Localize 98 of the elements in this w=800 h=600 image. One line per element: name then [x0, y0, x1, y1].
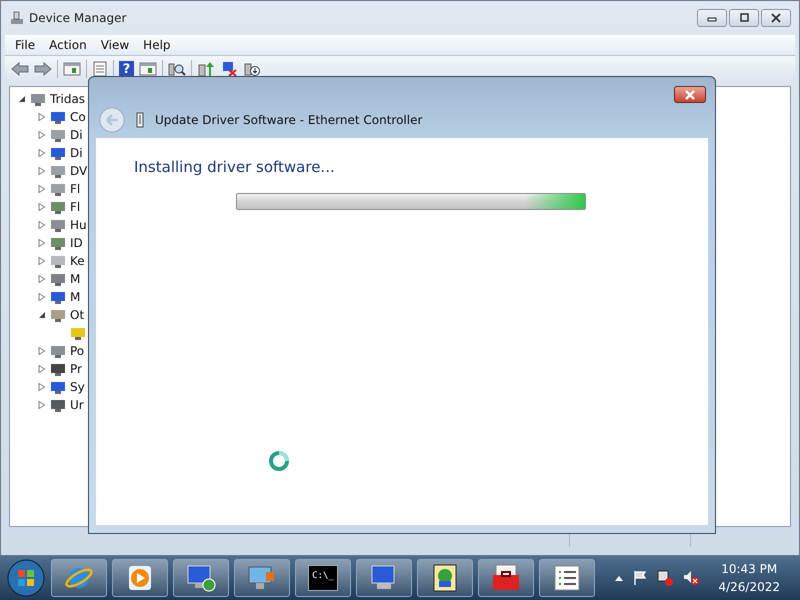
back-arrow-icon[interactable]	[11, 61, 29, 77]
forward-arrow-icon[interactable]	[34, 61, 52, 77]
expand-icon[interactable]	[38, 131, 46, 139]
speaker-muted-icon[interactable]	[682, 569, 700, 587]
flag-icon[interactable]	[632, 570, 648, 586]
uninstall-icon[interactable]	[220, 61, 238, 77]
taskbar-button[interactable]	[173, 559, 229, 597]
taskbar-button[interactable]	[417, 559, 473, 597]
expand-icon[interactable]	[38, 167, 46, 175]
update-driver-icon[interactable]	[197, 61, 215, 77]
tree-item[interactable]: M	[70, 290, 80, 304]
taskbar-button[interactable]	[478, 559, 534, 597]
list-icon	[552, 563, 582, 593]
maximize-icon	[738, 13, 750, 23]
tree-item[interactable]: Po	[70, 344, 84, 358]
expand-icon[interactable]	[38, 203, 46, 211]
help-button[interactable]: ?	[119, 61, 134, 77]
scan-icon[interactable]	[168, 61, 186, 77]
device-icon	[29, 91, 47, 107]
tree-item[interactable]: Co	[70, 110, 86, 124]
tree-item[interactable]: Ke	[70, 254, 85, 268]
computer-icon	[9, 10, 25, 26]
tree-item[interactable]: Fl	[70, 200, 80, 214]
dialog-heading: Installing driver software...	[134, 158, 336, 176]
close-button[interactable]	[761, 9, 791, 27]
taskbar-button[interactable]	[539, 559, 595, 597]
network-status-icon[interactable]	[656, 569, 674, 587]
device-icon	[49, 343, 67, 359]
disable-icon[interactable]	[243, 61, 261, 77]
device-icon	[49, 235, 67, 251]
device-icon	[49, 307, 67, 323]
expand-icon[interactable]	[38, 365, 46, 373]
dialog-title: Update Driver Software - Ethernet Controller	[155, 113, 422, 127]
clock-time: 10:43 PM	[721, 561, 778, 578]
expand-icon[interactable]	[38, 239, 46, 247]
up-arrow-icon[interactable]	[614, 574, 624, 582]
expand-icon[interactable]	[38, 401, 46, 409]
device-icon	[49, 361, 67, 377]
expand-icon[interactable]	[38, 221, 46, 229]
expand-icon[interactable]	[38, 383, 46, 391]
tree-item[interactable]: ID	[70, 236, 83, 250]
expand-icon[interactable]	[38, 113, 46, 121]
device-icon	[49, 145, 67, 161]
tree-item[interactable]: Tridas	[50, 92, 86, 106]
tree-item[interactable]: Pr	[70, 362, 82, 376]
device-icon	[49, 379, 67, 395]
tree-item[interactable]: Di	[70, 146, 83, 160]
start-button[interactable]	[6, 558, 46, 598]
device-icon	[135, 112, 145, 128]
taskbar-button[interactable]: C:\_	[295, 559, 351, 597]
clock-date: 4/26/2022	[718, 579, 780, 596]
tree-item[interactable]: Ur	[70, 398, 84, 412]
expand-icon[interactable]	[38, 149, 46, 157]
tree-item[interactable]: Fl	[70, 182, 80, 196]
device-icon	[69, 325, 87, 341]
monitor-icon	[186, 563, 216, 593]
tree-item[interactable]: Hu	[70, 218, 87, 232]
device-icon	[49, 253, 67, 269]
expand-icon[interactable]	[38, 185, 46, 193]
device-icon	[49, 199, 67, 215]
maximize-button[interactable]	[729, 9, 759, 27]
minimize-button[interactable]	[697, 9, 727, 27]
expand-icon[interactable]	[38, 275, 46, 283]
device-icon	[49, 127, 67, 143]
device-icon	[49, 289, 67, 305]
device-icon	[49, 181, 67, 197]
taskbar-button[interactable]	[112, 559, 168, 597]
busy-spinner-icon	[268, 450, 290, 472]
tree-item[interactable]: M	[70, 272, 80, 286]
collapse-icon[interactable]	[38, 311, 46, 319]
menu-item[interactable]: File	[11, 38, 40, 52]
expand-icon[interactable]	[38, 293, 46, 301]
collapse-icon[interactable]	[18, 95, 26, 103]
device-icon	[49, 217, 67, 233]
device-icon	[49, 397, 67, 413]
close-icon	[683, 90, 697, 100]
tree-item[interactable]: Sy	[70, 380, 85, 394]
close-icon	[770, 13, 782, 23]
menu-item[interactable]: View	[96, 38, 134, 52]
properties-icon[interactable]	[92, 61, 108, 77]
close-button[interactable]	[674, 86, 706, 103]
pane-icon[interactable]	[139, 61, 157, 77]
toolbox-icon	[491, 563, 521, 593]
expand-icon[interactable]	[38, 257, 46, 265]
device-icon	[49, 271, 67, 287]
taskbar-button[interactable]	[356, 559, 412, 597]
menu-item[interactable]: Help	[139, 38, 175, 52]
pane-icon[interactable]	[63, 61, 81, 77]
window-title: Device Manager	[29, 11, 126, 25]
expand-icon[interactable]	[38, 347, 46, 355]
clock[interactable]: 10:43 PM 4/26/2022	[718, 560, 780, 596]
console-icon: C:\_	[308, 565, 338, 591]
device-icon	[49, 109, 67, 125]
tree-item[interactable]: DV	[70, 164, 88, 178]
device-icon	[49, 163, 67, 179]
tree-item[interactable]: Ot	[70, 308, 84, 322]
tree-item[interactable]: Di	[70, 128, 83, 142]
menu-item[interactable]: Action	[45, 38, 91, 52]
